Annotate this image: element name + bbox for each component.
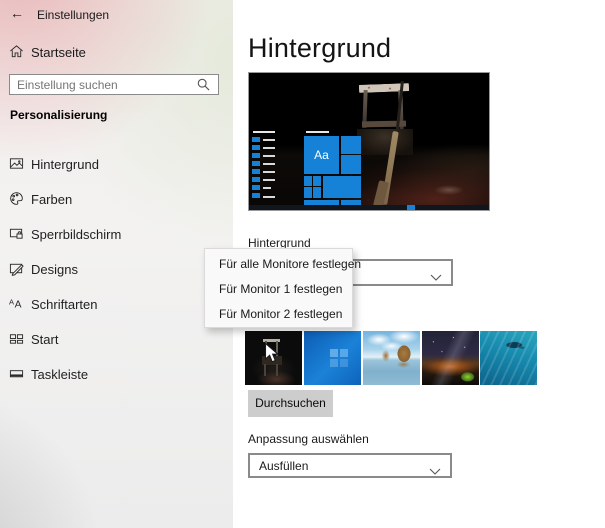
search-icon[interactable]: [197, 78, 210, 96]
taskbar-icon: [9, 366, 24, 386]
fit-label: Anpassung auswählen: [248, 432, 369, 446]
fit-dropdown[interactable]: Ausfüllen: [248, 453, 452, 478]
search-input[interactable]: [17, 76, 195, 93]
app-header: ← Einstellungen: [0, 0, 233, 30]
fonts-icon: A A: [9, 296, 24, 316]
chevron-down-icon: [429, 463, 441, 481]
sidebar-item-label: Hintergrund: [31, 157, 99, 172]
preview-startmenu-tiles-header: [306, 131, 329, 133]
thumbnail-underwater-photo[interactable]: [480, 331, 537, 385]
back-icon[interactable]: ←: [10, 5, 28, 23]
lock-screen-icon: [9, 226, 24, 246]
sidebar-item-label: Startseite: [31, 45, 86, 60]
sidebar-item-label: Schriftarten: [31, 297, 98, 312]
sidebar-item-schriftarten[interactable]: A A Schriftarten: [0, 292, 233, 316]
sidebar-item-label: Start: [31, 332, 59, 347]
sidebar-item-label: Farben: [31, 192, 73, 207]
svg-text:A: A: [9, 297, 14, 306]
monitor-context-menu: Für alle Monitore festlegen Für Monitor …: [204, 248, 361, 328]
background-preview: Aa: [248, 72, 490, 211]
browse-button[interactable]: Durchsuchen: [248, 390, 333, 417]
settings-search: [9, 74, 219, 95]
sidebar-item-start[interactable]: Start: [0, 327, 233, 351]
home-icon: [9, 44, 24, 64]
thumbnail-beach-rocks-photo[interactable]: [363, 331, 420, 385]
page-title: Hintergrund: [248, 33, 392, 63]
sidebar-item-designs[interactable]: Designs: [0, 257, 233, 281]
windows-logo-icon: [330, 349, 338, 357]
start-tiles-icon: [9, 331, 24, 351]
preview-startmenu-list-header: [253, 131, 275, 133]
preview-start-tile: Aa: [304, 136, 339, 174]
menu-item-monitor-2[interactable]: Für Monitor 2 festlegen: [205, 302, 352, 327]
sidebar-item-farben[interactable]: Farben: [0, 187, 233, 211]
fit-dropdown-value: Ausfüllen: [259, 459, 309, 473]
sidebar-item-label: Designs: [31, 262, 78, 277]
menu-item-monitor-1[interactable]: Für Monitor 1 festlegen: [205, 277, 352, 302]
preview-taskbar: [249, 205, 489, 210]
sidebar-section-heading: Personalisierung: [10, 108, 108, 122]
sidebar-item-sperrbildschirm[interactable]: Sperrbildschirm: [0, 222, 233, 246]
sidebar: ← Einstellungen Startseite Personalisier…: [0, 0, 233, 528]
sidebar-item-taskleiste[interactable]: Taskleiste: [0, 362, 233, 386]
sidebar-item-label: Sperrbildschirm: [31, 227, 122, 242]
sidebar-item-hintergrund[interactable]: Hintergrund: [0, 152, 233, 176]
settings-window: ← Einstellungen Startseite Personalisier…: [0, 0, 605, 528]
thumbnail-windows-default-blue[interactable]: [304, 331, 361, 385]
image-icon: [9, 156, 24, 176]
mouse-cursor-icon: [264, 342, 281, 370]
app-title: Einstellungen: [37, 8, 110, 22]
sidebar-item-label: Taskleiste: [31, 367, 89, 382]
thumbnail-night-sky-tent-photo[interactable]: [422, 331, 479, 385]
themes-icon: [9, 261, 24, 281]
svg-text:A: A: [15, 299, 22, 310]
sidebar-item-home[interactable]: Startseite: [0, 41, 233, 65]
menu-item-all-monitors[interactable]: Für alle Monitore festlegen: [205, 252, 361, 277]
palette-icon: [9, 191, 24, 211]
chevron-down-icon: [430, 269, 442, 287]
